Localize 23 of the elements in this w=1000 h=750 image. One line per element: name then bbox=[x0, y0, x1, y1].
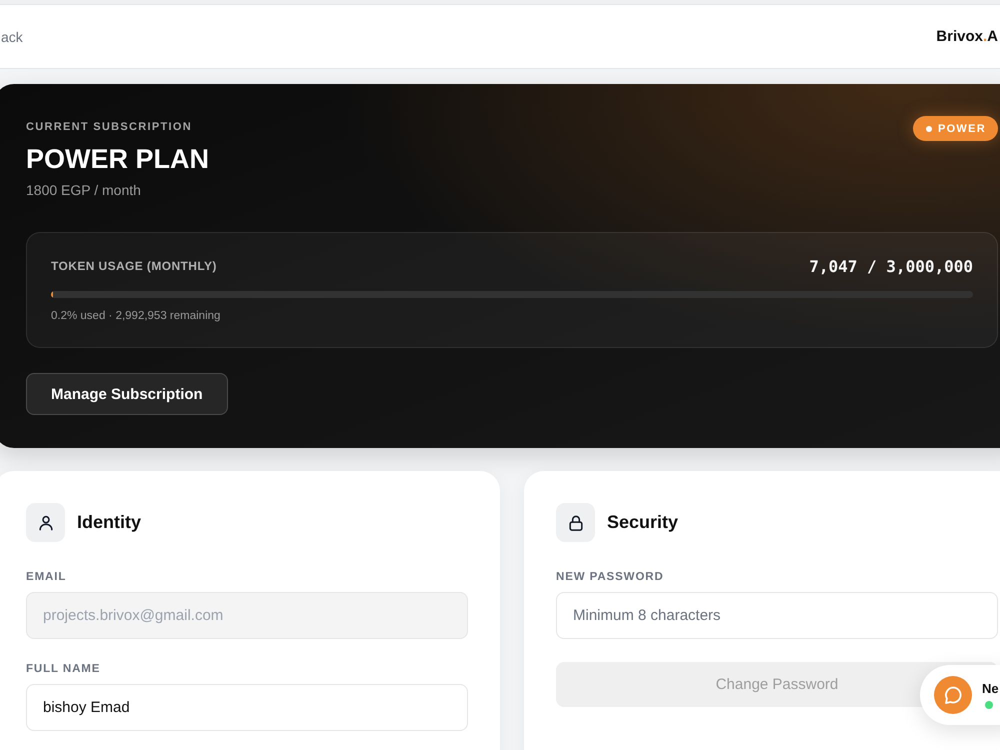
card-title: Identity bbox=[77, 512, 142, 533]
logo: Brivox.A bbox=[936, 28, 998, 45]
usage-label: TOKEN USAGE (MONTHLY) bbox=[51, 259, 217, 273]
dot-icon bbox=[926, 126, 932, 132]
chat-title: Ne bbox=[982, 681, 999, 697]
field-label: EMAIL bbox=[26, 570, 68, 584]
chat-widget[interactable]: Ne bbox=[920, 665, 1000, 725]
plan-tier-label: POWER bbox=[938, 122, 986, 134]
field-label: FULL NAME bbox=[26, 662, 102, 676]
password-field[interactable]: Minimum 8 characters bbox=[556, 592, 998, 639]
chat-bubble-icon bbox=[934, 676, 972, 714]
field-label: NEW PASSWORD bbox=[556, 570, 665, 584]
manage-subscription-button[interactable]: Manage Subscription bbox=[26, 373, 228, 415]
usage-summary: 0.2% used · 2,992,953 remaining bbox=[51, 309, 222, 324]
plan-title: POWER PLAN bbox=[26, 143, 210, 176]
user-icon bbox=[26, 503, 65, 542]
usage-count: 7,047 / 3,000,000 bbox=[809, 256, 973, 276]
input-field[interactable]: bishoy Emad bbox=[26, 684, 468, 731]
lock-icon bbox=[556, 503, 595, 542]
section-label: CURRENT SUBSCRIPTION bbox=[26, 120, 193, 134]
plan-price: 1800 EGP / month bbox=[26, 181, 142, 200]
card-title: Security bbox=[607, 512, 678, 533]
back-link[interactable]: ack bbox=[0, 28, 23, 44]
